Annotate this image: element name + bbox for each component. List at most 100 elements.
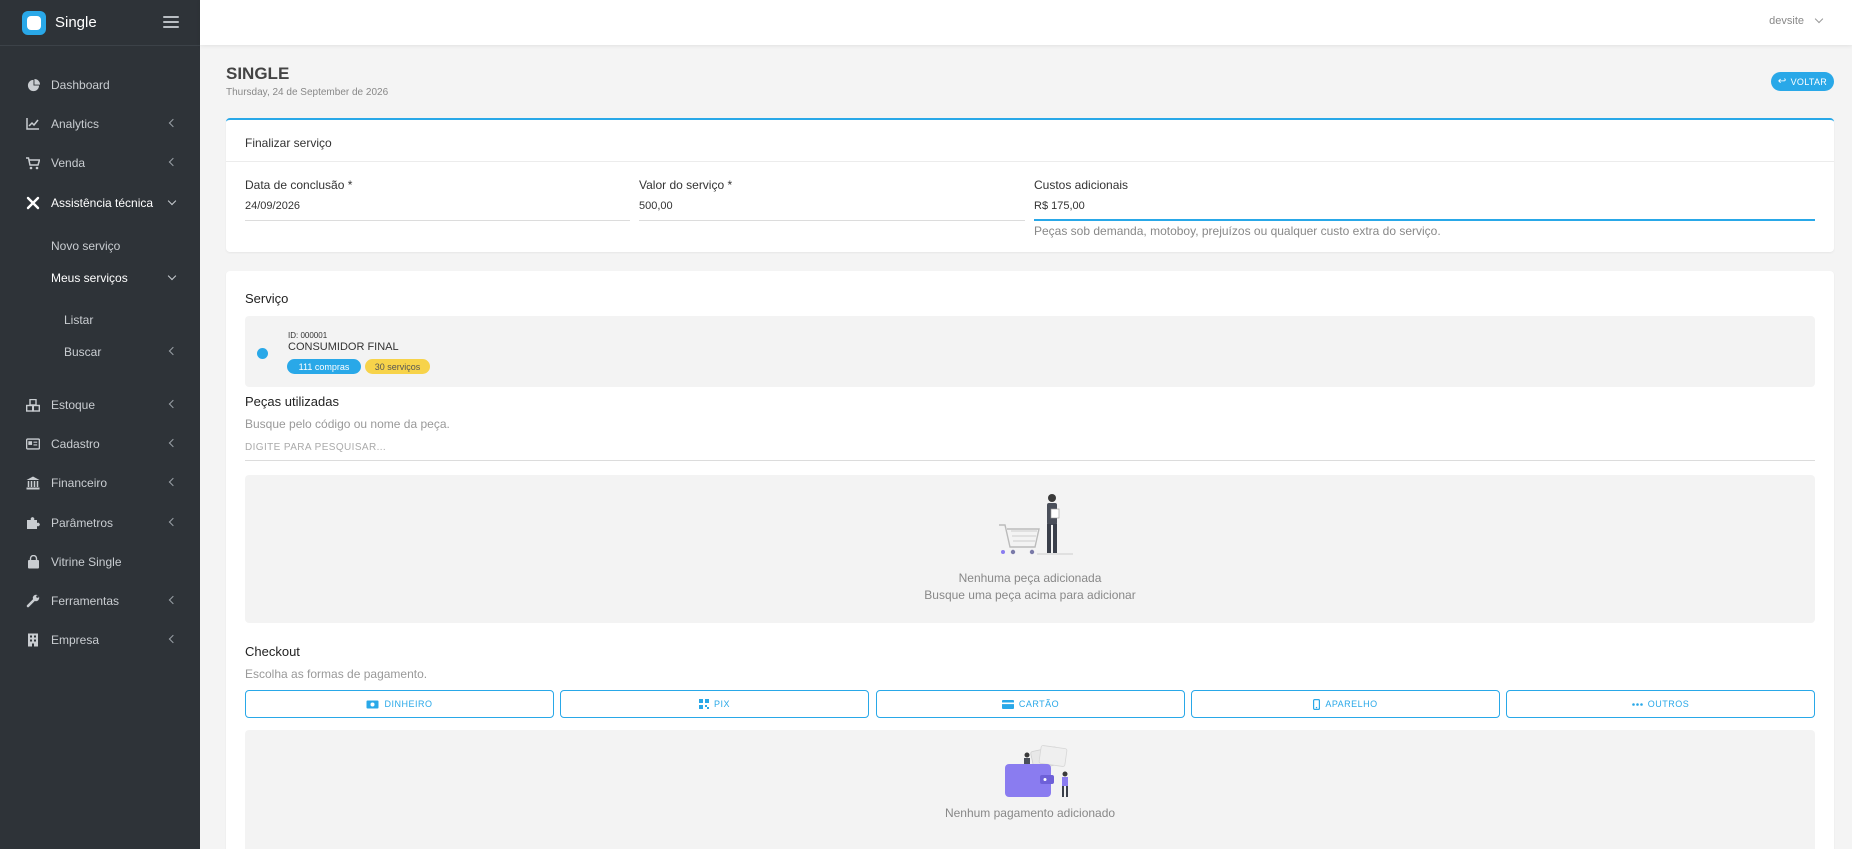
chevron-down-icon xyxy=(169,199,177,207)
client-name: CONSUMIDOR FINAL xyxy=(288,341,399,353)
chevron-left-icon xyxy=(168,348,176,356)
sidebar-item-label: Dashboard xyxy=(51,78,110,92)
sidebar-item-vitrine-single[interactable]: Vitrine Single xyxy=(0,550,200,574)
pay-button-label: OUTROS xyxy=(1647,699,1690,709)
menu-toggle-icon[interactable] xyxy=(163,16,179,28)
pecas-subtitle: Busque pelo código ou nome da peça. xyxy=(245,417,450,431)
pay-button-label: APARELHO xyxy=(1325,699,1378,709)
sidebar-item-financeiro[interactable]: Financeiro xyxy=(0,471,200,495)
data-conclusao-label: Data de conclusão * xyxy=(245,178,353,192)
id-card-icon xyxy=(26,437,40,451)
client-id: ID: 000001 xyxy=(288,331,328,340)
sidebar-item-label: Estoque xyxy=(51,398,96,412)
finalizar-servico-card: Finalizar serviço Data de conclusão * 24… xyxy=(226,118,1834,252)
pay-button-label: CARTÃO xyxy=(1018,699,1060,709)
chevron-left-icon xyxy=(168,401,176,409)
chevron-left-icon xyxy=(168,159,176,167)
app-name: Single xyxy=(55,14,97,31)
payment-empty-state: Nenhum pagamento adicionado xyxy=(245,730,1815,849)
card-title: Finalizar serviço xyxy=(245,136,332,150)
sidebar-item-dashboard[interactable]: Dashboard xyxy=(0,73,200,97)
sidebar-item-label: Financeiro xyxy=(51,476,108,490)
sidebar-item-label: Meus serviços xyxy=(51,271,128,285)
sidebar-subitem-meus-servicos[interactable]: Meus serviços xyxy=(0,267,200,289)
sidebar-item-label: Cadastro xyxy=(51,437,100,451)
sidebar-item-empresa[interactable]: Empresa xyxy=(0,628,200,652)
chevron-left-icon xyxy=(168,597,176,605)
return-arrow-icon: ↩ xyxy=(1777,76,1787,87)
input-underline-focused xyxy=(1034,219,1815,221)
pecas-search-input[interactable]: DIGITE PARA PESQUISAR... xyxy=(245,442,386,453)
pay-button-label: DINHEIRO xyxy=(384,699,433,709)
custos-adicionais-label: Custos adicionais xyxy=(1034,178,1129,192)
client-box[interactable]: ID: 000001 CONSUMIDOR FINAL 111 compras … xyxy=(245,316,1815,387)
sidebar-subitem-novo-servico[interactable]: Novo serviço xyxy=(51,239,120,253)
chevron-left-icon xyxy=(168,120,176,128)
sidebar-item-venda[interactable]: Venda xyxy=(0,151,200,175)
tools-icon xyxy=(26,196,40,210)
sidebar-item-label: Assistência técnica xyxy=(51,196,154,210)
money-icon xyxy=(366,700,379,709)
sidebar-item-analytics[interactable]: Analytics xyxy=(0,112,200,136)
input-underline xyxy=(245,460,1815,461)
bank-icon xyxy=(26,476,40,490)
back-button[interactable]: ↩ VOLTAR xyxy=(1771,72,1834,91)
pay-aparelho-button[interactable]: APARELHO xyxy=(1191,690,1500,718)
user-menu[interactable]: devsite xyxy=(1769,15,1804,27)
valor-servico-input[interactable]: 500,00 xyxy=(639,200,673,212)
pay-outros-button[interactable]: OUTROS xyxy=(1506,690,1815,718)
pay-button-label: PIX xyxy=(713,699,730,709)
input-underline xyxy=(639,220,1025,221)
shopping-person-illustration xyxy=(999,494,1073,555)
ellipsis-icon xyxy=(1631,702,1643,706)
pay-dinheiro-button[interactable]: DINHEIRO xyxy=(245,690,554,718)
sidebar-item-label: Buscar xyxy=(64,345,102,359)
sidebar-subitem-listar[interactable]: Listar xyxy=(64,313,93,327)
page-date: Thursday, 24 de September de 2026 xyxy=(226,87,389,98)
data-conclusao-input[interactable]: 24/09/2026 xyxy=(245,200,300,212)
line-chart-icon xyxy=(26,117,40,131)
wallet-illustration xyxy=(1005,745,1068,797)
qrcode-icon xyxy=(698,699,709,709)
servico-card: Serviço ID: 000001 CONSUMIDOR FINAL 111 … xyxy=(226,271,1834,849)
valor-servico-label: Valor do serviço * xyxy=(639,178,733,192)
sidebar: Single Dashboard Analytics Venda Assistê… xyxy=(0,0,200,849)
sidebar-item-parametros[interactable]: Parâmetros xyxy=(0,511,200,535)
sidebar-item-assistencia-tecnica[interactable]: Assistência técnica xyxy=(0,191,200,215)
sidebar-subitem-buscar[interactable]: Buscar xyxy=(0,341,200,363)
sidebar-item-cadastro[interactable]: Cadastro xyxy=(0,432,200,456)
sidebar-item-label: Parâmetros xyxy=(51,516,114,530)
sidebar-item-label: Venda xyxy=(51,156,86,170)
custos-adicionais-input[interactable]: R$ 175,00 xyxy=(1034,200,1085,212)
sidebar-item-label: Analytics xyxy=(51,117,100,131)
sidebar-item-label: Ferramentas xyxy=(51,594,120,608)
pecas-title: Peças utilizadas xyxy=(245,394,339,409)
credit-card-icon xyxy=(1001,699,1014,709)
sidebar-item-label: Vitrine Single xyxy=(51,555,122,569)
sidebar-item-estoque[interactable]: Estoque xyxy=(0,393,200,417)
chevron-down-icon[interactable] xyxy=(1814,14,1824,24)
pay-pix-button[interactable]: PIX xyxy=(560,690,869,718)
page-title: SINGLE xyxy=(226,64,290,83)
sidebar-item-ferramentas[interactable]: Ferramentas xyxy=(0,589,200,613)
wrench-icon xyxy=(26,594,40,608)
bag-icon xyxy=(26,555,40,569)
checkout-title: Checkout xyxy=(245,644,300,659)
servicos-badge: 30 serviços xyxy=(365,359,430,374)
chevron-left-icon xyxy=(168,479,176,487)
empty-title: Nenhuma peça adicionada xyxy=(958,571,1102,585)
chevron-left-icon xyxy=(168,636,176,644)
topbar: devsite xyxy=(200,0,1852,45)
chevron-left-icon xyxy=(168,440,176,448)
servico-title: Serviço xyxy=(245,291,289,306)
mobile-phone-icon xyxy=(1313,698,1321,710)
cart-icon xyxy=(26,156,40,170)
chevron-left-icon xyxy=(168,519,176,527)
custos-adicionais-help: Peças sob demanda, motoboy, prejuízos ou… xyxy=(1034,224,1441,238)
chevron-down-icon xyxy=(169,274,177,282)
pay-cartao-button[interactable]: CARTÃO xyxy=(876,690,1185,718)
user-circle-icon xyxy=(257,348,268,359)
pecas-empty-state: Nenhuma peça adicionada Busque uma peça … xyxy=(245,475,1815,623)
sidebar-item-label: Empresa xyxy=(51,633,100,647)
cubes-icon xyxy=(26,398,40,412)
